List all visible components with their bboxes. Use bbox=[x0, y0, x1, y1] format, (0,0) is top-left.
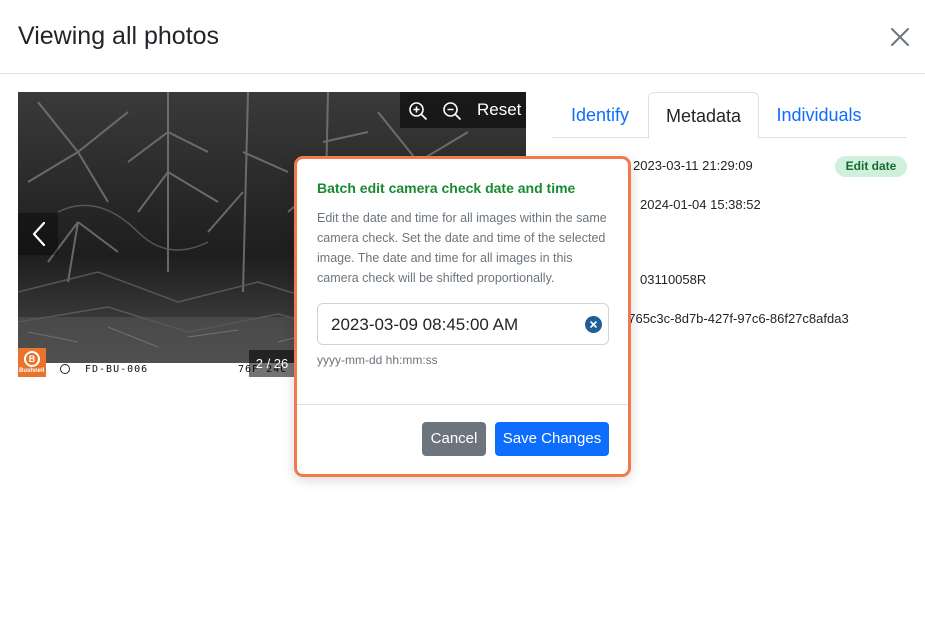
tab-identify[interactable]: Identify bbox=[552, 92, 648, 138]
moon-phase-icon bbox=[60, 364, 70, 374]
metadata-image-id: e765c3c-8d7b-427f-97c6-86f27c8afda3 bbox=[621, 311, 849, 326]
metadata-file-name: 03110058R bbox=[640, 272, 707, 287]
popover-divider bbox=[297, 404, 628, 405]
photo-viewer-modal: Viewing all photos FD-BU-006 B Bushnell … bbox=[0, 0, 925, 633]
bushnell-logo: B Bushnell bbox=[18, 348, 46, 377]
zoom-toolbar: Reset bbox=[400, 92, 526, 128]
reset-zoom-button[interactable]: Reset bbox=[477, 100, 521, 120]
popover-description: Edit the date and time for all images wi… bbox=[317, 211, 607, 285]
photo-counter: 2 / 26 bbox=[249, 350, 295, 377]
zoom-in-icon[interactable] bbox=[408, 101, 428, 121]
zoom-out-icon[interactable] bbox=[442, 101, 462, 121]
clear-icon[interactable] bbox=[585, 316, 602, 333]
cancel-button[interactable]: Cancel bbox=[422, 422, 486, 456]
metadata-date-taken: 2023-03-11 21:29:09 bbox=[633, 158, 753, 173]
camera-id-label: FD-BU-006 bbox=[85, 364, 149, 375]
previous-photo-icon[interactable] bbox=[18, 213, 58, 255]
save-changes-button[interactable]: Save Changes bbox=[495, 422, 609, 456]
batch-edit-date-popover: Batch edit camera check date and time Ed… bbox=[294, 156, 631, 477]
page-title: Viewing all photos bbox=[18, 22, 220, 50]
datetime-value: 2023-03-09 08:45:00 AM bbox=[331, 315, 519, 334]
metadata-date-uploaded: 2024-01-04 15:38:52 bbox=[640, 197, 761, 212]
tab-metadata[interactable]: Metadata bbox=[648, 92, 759, 139]
detail-tabs: Identify Metadata Individuals bbox=[552, 92, 907, 139]
close-icon[interactable] bbox=[889, 26, 911, 48]
modal-header: Viewing all photos bbox=[0, 0, 925, 74]
tab-individuals[interactable]: Individuals bbox=[759, 92, 879, 138]
datetime-format-hint: yyyy-mm-dd hh:mm:ss bbox=[317, 353, 438, 367]
popover-title: Batch edit camera check date and time bbox=[317, 180, 576, 196]
datetime-input[interactable]: 2023-03-09 08:45:00 AM bbox=[317, 303, 609, 345]
edit-date-button[interactable]: Edit date bbox=[835, 156, 907, 177]
